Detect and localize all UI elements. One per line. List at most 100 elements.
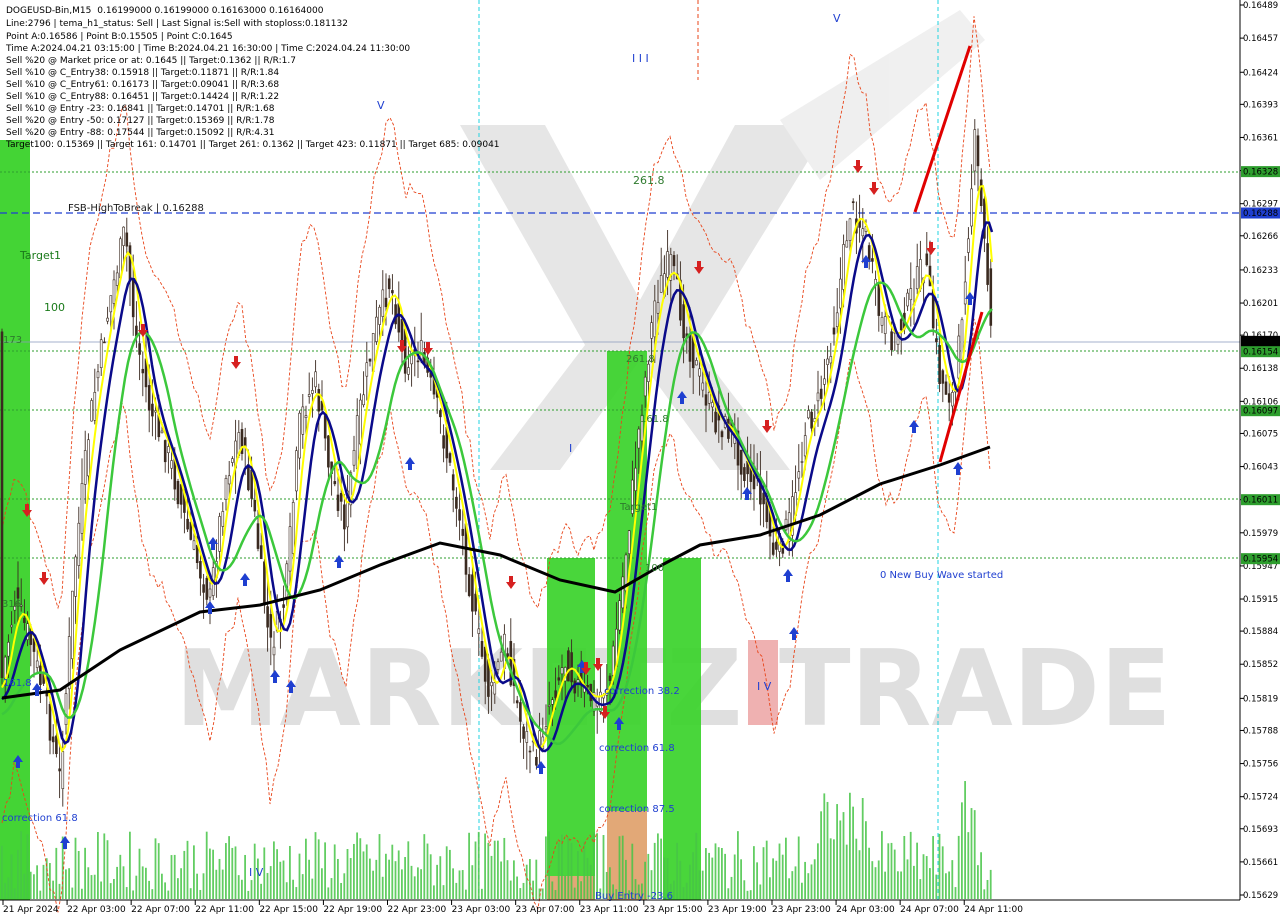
y-tick-label: 0.16489 [1243,1,1278,11]
volume-bar [554,890,557,899]
volume-bar [375,859,378,899]
y-tick-label: 0.16201 [1243,299,1278,309]
candle-body [535,756,538,766]
volume-bar [97,832,99,899]
volume-bar [701,870,704,899]
volume-bar [557,842,560,899]
volume-bar [481,888,483,899]
candle-body [314,371,317,388]
candle-body [301,406,305,435]
volume-bar [138,848,141,899]
volume-bar [65,869,67,899]
volume-bar [833,839,835,899]
volume-bar [311,878,314,899]
candle-body [957,335,961,379]
volume-bar [711,857,714,899]
volume-bar [970,808,973,899]
volume-bar [113,878,115,899]
volume-bar [753,846,755,899]
volume-bar [39,890,42,899]
candle-body [810,411,813,429]
volume-bar [231,847,234,899]
candle-body [963,281,967,305]
wave-IV-bottom-label: I V [249,866,264,879]
volume-bar [551,881,554,899]
volume-bar [497,840,499,899]
candle-body [829,356,833,364]
candle-body [253,499,257,512]
volume-bar [954,887,957,899]
label-2618-mid: 261.8 [626,354,655,365]
volume-bar [26,834,29,899]
volume-bar [90,875,93,899]
volume-bar [401,869,403,899]
candle-body [163,440,167,463]
volume-bar [829,838,832,899]
volume-bar [372,870,374,899]
correction-618-left-label: correction 61.8 [2,813,78,824]
volume-bar [589,864,592,899]
symbol-title: DOGEUSD-Bin,M15 0.16199000 0.16199000 0.1… [6,6,324,16]
volume-bar [826,801,829,899]
volume-bar [74,837,77,899]
volume-bar [788,878,790,899]
volume-bar [708,852,710,899]
volume-bar [721,848,723,899]
info-line-9: Sell %20 @ Entry -50: 0.17127 || Target:… [6,116,275,126]
volume-bar [289,845,291,899]
candle-body [483,646,487,682]
volume-bar [532,880,534,899]
volume-bar [909,831,912,899]
volume-bar [279,861,282,899]
candle-body [877,282,881,316]
volume-bar [737,831,739,899]
volume-bar [205,831,208,899]
candle-body [621,576,625,609]
candle-body [16,587,20,599]
candle-body [282,604,285,608]
volume-bar [705,848,707,899]
candle-body [170,460,173,469]
volume-bar [263,847,266,899]
volume-bar [913,865,915,899]
y-tick-label: 0.16075 [1243,429,1278,439]
candle-body [96,371,100,379]
candle-body [480,641,484,657]
price-tag-label: 0.16097 [1243,407,1278,417]
candle-body [83,450,87,485]
volume-bar [919,879,922,899]
volume-bar [141,866,144,899]
volume-bar [241,879,243,899]
volume-bar [20,831,22,899]
volume-bar [861,798,864,899]
volume-bar [173,854,176,899]
candle-body [880,316,884,326]
candle-body [496,661,500,670]
candle-body [23,617,26,623]
candle-body [544,726,548,730]
volume-bar [513,860,515,899]
volume-bar [545,836,547,899]
volume-bar [247,890,250,899]
volume-bar [321,868,323,899]
candle-body [739,449,743,475]
volume-bar [730,876,733,899]
candle-body [720,431,724,438]
volume-bar [49,863,51,899]
volume-bar [881,831,883,899]
volume-bar [839,820,842,899]
volume-bar [823,793,826,899]
volume-bar [525,864,528,899]
candle-body [643,376,647,397]
volume-bar [804,861,806,899]
candle-body [266,606,269,628]
volume-bar [868,847,870,899]
volume-bar [503,837,506,899]
candle-body [554,690,557,699]
volume-bar [977,865,979,899]
volume-bar [413,876,416,899]
volume-bar [570,842,573,899]
volume-bar [813,859,816,899]
x-tick-label: 22 Apr 23:00 [387,905,446,915]
wave-V-right-label: V [833,12,841,25]
